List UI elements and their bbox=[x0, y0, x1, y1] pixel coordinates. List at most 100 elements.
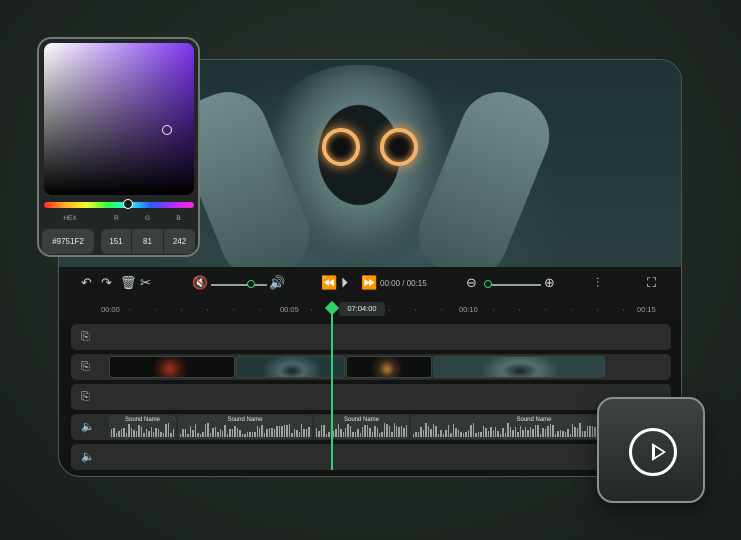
waveform-bar bbox=[576, 428, 579, 437]
waveform-bar bbox=[388, 425, 391, 437]
waveform-bar bbox=[266, 428, 268, 437]
waveform-bar bbox=[425, 423, 427, 437]
waveform-bar bbox=[217, 431, 219, 437]
waveform-bar bbox=[239, 429, 241, 437]
waveform-bar bbox=[586, 425, 589, 437]
waveform-bar bbox=[249, 431, 251, 437]
waveform-bar bbox=[167, 423, 170, 437]
waveform-bar bbox=[150, 426, 152, 437]
waveform-bar bbox=[430, 428, 432, 437]
waveform-bar bbox=[180, 433, 182, 437]
hue-slider[interactable] bbox=[44, 202, 194, 208]
scissors-icon[interactable]: ✂ bbox=[140, 277, 151, 291]
hue-slider-knob[interactable] bbox=[123, 199, 133, 209]
waveform-bar bbox=[125, 433, 128, 437]
redo-icon[interactable]: ↷ bbox=[101, 277, 112, 291]
mute-icon[interactable]: 🔇 bbox=[192, 277, 208, 291]
rewind-icon[interactable]: ⏪ bbox=[321, 277, 337, 291]
waveform-bar bbox=[499, 433, 502, 437]
waveform-bar bbox=[487, 430, 490, 437]
ruler-dots bbox=[129, 309, 671, 311]
waveform-bar bbox=[400, 425, 403, 437]
b-label: B bbox=[176, 215, 181, 222]
waveform-bar bbox=[226, 433, 229, 437]
hex-input[interactable]: #9751F2 bbox=[42, 229, 94, 254]
waveform-bar bbox=[589, 425, 591, 437]
playhead-line[interactable] bbox=[331, 312, 333, 470]
saturation-value-area[interactable] bbox=[44, 43, 194, 195]
audio-track[interactable]: 🔈 Sound Name Sound Name Sound Name Sound… bbox=[71, 414, 671, 440]
waveform-bar bbox=[320, 425, 323, 437]
waveform-bar bbox=[514, 427, 517, 437]
waveform-bar bbox=[542, 427, 544, 437]
waveform-bar bbox=[475, 432, 477, 437]
r-label: R bbox=[114, 215, 119, 222]
undo-icon[interactable]: ↶ bbox=[81, 277, 92, 291]
waveform-bar bbox=[305, 429, 308, 437]
r-input[interactable]: 151 bbox=[101, 229, 131, 254]
waveform-bar bbox=[512, 429, 514, 437]
split-icon[interactable]: ⫶ bbox=[596, 277, 599, 291]
audio-clip[interactable]: Sound Name bbox=[109, 415, 176, 439]
video-clip[interactable] bbox=[236, 356, 345, 378]
waveform-bar bbox=[517, 432, 519, 437]
waveform-bar bbox=[303, 429, 305, 437]
waveform-bar bbox=[291, 432, 293, 437]
waveform-bar bbox=[241, 433, 244, 437]
waveform-bar bbox=[130, 427, 133, 437]
audio-clip[interactable]: Sound Name bbox=[178, 415, 312, 439]
volume-icon[interactable]: 🔊 bbox=[269, 277, 285, 291]
zoom-slider[interactable] bbox=[485, 284, 541, 286]
waveform-bar bbox=[123, 428, 125, 437]
zoom-out-icon[interactable]: ⊖ bbox=[466, 277, 477, 291]
zoom-slider-knob[interactable] bbox=[484, 280, 492, 288]
volume-slider-knob[interactable] bbox=[247, 280, 255, 288]
waveform-bar bbox=[457, 430, 460, 437]
waveform-bar bbox=[477, 432, 480, 437]
waveform-bar bbox=[308, 427, 310, 437]
waveform-bar bbox=[340, 429, 342, 437]
play-triangle-icon bbox=[652, 443, 666, 461]
waveform-bar bbox=[432, 423, 435, 437]
waveform-bar bbox=[460, 432, 462, 437]
zoom-in-icon[interactable]: ⊕ bbox=[544, 277, 555, 291]
g-input[interactable]: 81 bbox=[132, 229, 163, 254]
video-track-icon: ⎘ bbox=[81, 390, 90, 403]
play-button-tile[interactable] bbox=[597, 397, 705, 503]
audio-track[interactable]: 🔈 bbox=[71, 444, 671, 470]
waveform-bar bbox=[507, 423, 509, 437]
waveform-bar bbox=[214, 427, 217, 437]
forward-icon[interactable]: ⏩ bbox=[361, 277, 377, 291]
volume-slider[interactable] bbox=[211, 284, 267, 286]
play-circle-icon bbox=[629, 428, 677, 476]
audio-clip[interactable]: Sound Name bbox=[314, 415, 409, 439]
waveform-bar bbox=[189, 425, 192, 437]
waveform-bar bbox=[221, 430, 224, 437]
color-cursor[interactable] bbox=[162, 125, 172, 135]
waveform-bar bbox=[378, 432, 381, 437]
play-icon[interactable]: ⏵ bbox=[341, 276, 348, 290]
waveform-bar bbox=[199, 433, 202, 437]
waveform-bar bbox=[544, 429, 547, 437]
trash-icon[interactable]: 🗑 bbox=[120, 277, 137, 291]
waveform-bar bbox=[522, 429, 524, 437]
video-clip[interactable] bbox=[109, 356, 235, 378]
preview-figure bbox=[254, 65, 464, 267]
video-track[interactable]: ⎘ bbox=[71, 354, 671, 380]
video-track[interactable]: ⎘ bbox=[71, 324, 671, 350]
b-input[interactable]: 242 bbox=[164, 229, 195, 254]
waveform-bar bbox=[393, 423, 395, 437]
video-track[interactable]: ⎘ bbox=[71, 384, 671, 410]
video-clip[interactable] bbox=[433, 356, 605, 378]
preview-eye-right bbox=[380, 128, 418, 166]
waveform-bar bbox=[288, 423, 291, 437]
fullscreen-icon[interactable]: ⛶ bbox=[647, 277, 656, 291]
video-clip[interactable] bbox=[346, 356, 432, 378]
waveform-bar bbox=[349, 426, 352, 437]
timeline-ruler[interactable]: 00:00 00:05 00:10 00:15 07:04:00 bbox=[59, 300, 681, 319]
waveform-bar bbox=[534, 424, 537, 437]
waveform-bar bbox=[172, 429, 174, 437]
waveform-bar bbox=[485, 427, 487, 437]
waveform-bar bbox=[276, 426, 278, 437]
waveform-bar bbox=[574, 426, 576, 437]
